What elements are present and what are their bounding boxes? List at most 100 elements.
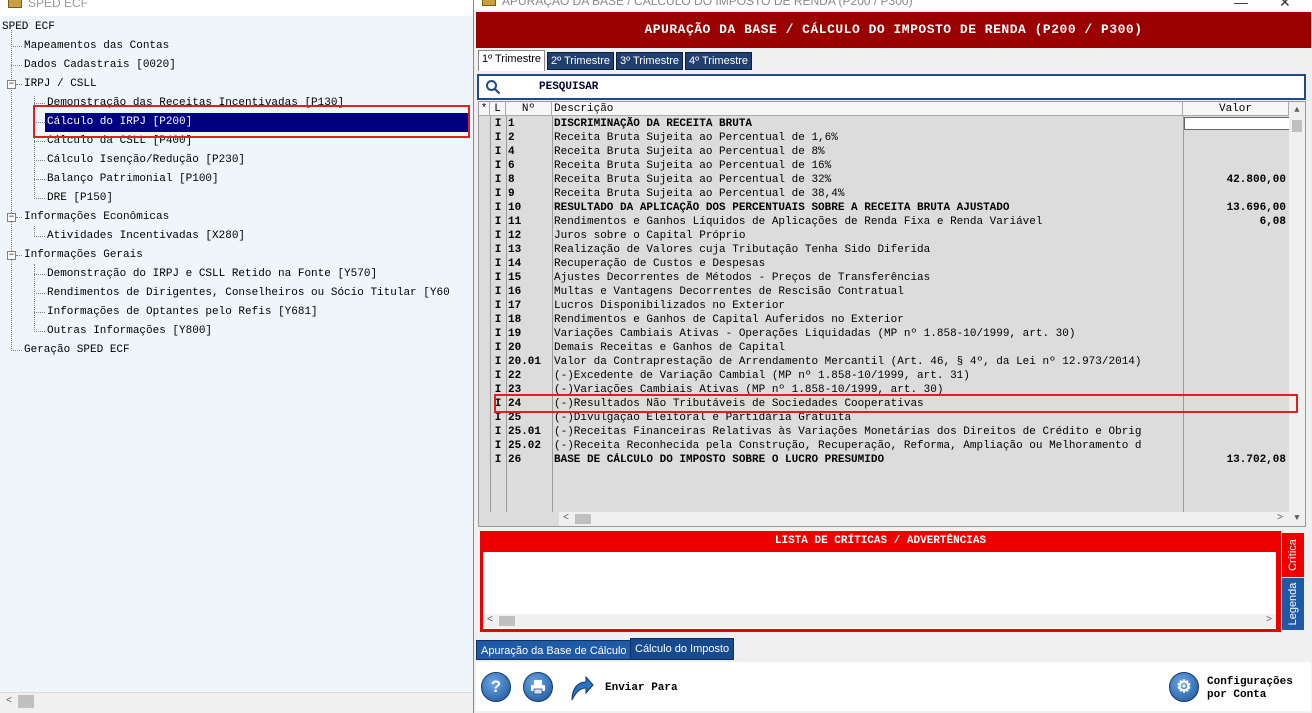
table-row[interactable]: I 1 DISCRIMINAÇÃO DA RECEITA BRUTA [479, 117, 1287, 131]
scroll-up-icon[interactable]: ▲ [1289, 102, 1305, 118]
table-row[interactable]: I 20 Demais Receitas e Ganhos de Capital [479, 341, 1287, 355]
cell-valor[interactable]: 6,08 [1185, 215, 1286, 229]
table-row[interactable]: I 26 BASE DE CÁLCULO DO IMPOSTO SOBRE O LU… [479, 453, 1287, 467]
criticas-horizontal-scrollbar[interactable]: < > [483, 614, 1276, 628]
cell-valor[interactable]: 42.800,00 [1185, 173, 1286, 187]
tree-item-calculo-irpj[interactable]: Cálculo do IRPJ [P200] [45, 113, 468, 132]
config-icon[interactable]: ⚙ [1169, 672, 1199, 702]
cell-valor[interactable] [1185, 397, 1286, 411]
scroll-thumb[interactable] [1292, 120, 1302, 132]
table-row[interactable]: I 13 Realização de Valores cuja Tributação… [479, 243, 1287, 257]
cell-valor[interactable] [1185, 383, 1286, 397]
cell-valor[interactable] [1185, 341, 1286, 355]
tree-item-info-economicas[interactable]: Informações Econômicas [24, 208, 169, 227]
cell-valor[interactable]: 13.702,08 [1185, 453, 1286, 467]
tree-item-irpj-retido[interactable]: Demonstração do IRPJ e CSLL Retido na Fo… [47, 265, 377, 284]
config-label-1[interactable]: Configurações [1207, 676, 1293, 689]
tree-item-irpj-csll[interactable]: IRPJ / CSLL [24, 75, 97, 94]
tab-apuracao-base[interactable]: Apuração da Base de Cálculo [476, 640, 632, 660]
tab-calculo-imposto[interactable]: Cálculo do Imposto [630, 638, 735, 660]
collapse-icon[interactable]: − [7, 80, 16, 89]
tree-item-calculo-csll[interactable]: Cálculo da CSLL [P400] [47, 132, 192, 151]
tree-item-dados-cadastrais[interactable]: Dados Cadastrais [0020] [24, 56, 176, 75]
cell-valor[interactable] [1185, 425, 1286, 439]
send-to-label[interactable]: Enviar Para [605, 682, 678, 695]
scroll-thumb[interactable] [18, 695, 34, 708]
table-row[interactable]: I 16 Multas e Vantagens Decorrentes de Res… [479, 285, 1287, 299]
cell-valor[interactable] [1185, 257, 1286, 271]
cell-valor[interactable] [1185, 187, 1286, 201]
grid-horizontal-scrollbar[interactable]: < > [559, 512, 1289, 526]
scroll-left-icon[interactable]: < [559, 512, 573, 526]
table-row[interactable]: I 25.01 (-)Receitas Financeiras Relativas … [479, 425, 1287, 439]
table-row[interactable]: I 10 RESULTADO DA APLICAÇÃO DOS PERCENTUAI… [479, 201, 1287, 215]
scroll-left-icon[interactable]: < [1, 694, 17, 709]
table-row[interactable]: I 22 (-)Excedente de Variação Cambial (MP … [479, 369, 1287, 383]
tree-item-rendimentos-dirigentes[interactable]: Rendimentos de Dirigentes, Conselheiros … [47, 284, 450, 303]
table-row[interactable]: I 18 Rendimentos e Ganhos de Capital Aufer… [479, 313, 1287, 327]
tree-horizontal-scrollbar[interactable]: < [0, 692, 473, 709]
tree-item-optantes-refis[interactable]: Informações de Optantes pelo Refis [Y681… [47, 303, 318, 322]
table-row[interactable]: I 15 Ajustes Decorrentes de Métodos - Preç… [479, 271, 1287, 285]
cell-valor[interactable] [1185, 131, 1286, 145]
tree-item-balanco[interactable]: Balanço Patrimonial [P100] [47, 170, 219, 189]
minimize-icon[interactable]: — [1234, 0, 1248, 10]
collapse-icon[interactable]: − [7, 251, 16, 260]
cell-valor[interactable] [1185, 271, 1286, 285]
criticas-list[interactable]: < > [483, 552, 1276, 629]
tree-item-receitas-incentivadas[interactable]: Demonstração das Receitas Incentivadas [… [47, 94, 344, 113]
scroll-thumb[interactable] [499, 616, 515, 626]
cell-valor[interactable] [1185, 369, 1286, 383]
tree-item-atividades-incentivadas[interactable]: Atividades Incentivadas [X280] [47, 227, 245, 246]
cell-valor[interactable] [1185, 355, 1286, 369]
tab-critica[interactable]: Crítica [1282, 533, 1304, 577]
tree-item-dre[interactable]: DRE [P150] [47, 189, 113, 208]
table-row[interactable]: I 17 Lucros Disponibilizados no Exterior [479, 299, 1287, 313]
scroll-thumb[interactable] [575, 514, 591, 524]
table-row[interactable]: I 12 Juros sobre o Capital Próprio [479, 229, 1287, 243]
valor-edit-field[interactable] [1184, 117, 1291, 130]
cell-valor[interactable] [1185, 243, 1286, 257]
table-row[interactable]: I 6 Receita Bruta Sujeita ao Percentual de… [479, 159, 1287, 173]
cell-valor[interactable]: 13.696,00 [1185, 201, 1286, 215]
table-row[interactable]: I 4 Receita Bruta Sujeita ao Percentual de… [479, 145, 1287, 159]
tree-root[interactable]: SPED ECF [2, 18, 55, 37]
tab-1-trimestre[interactable]: 1º Trimestre [478, 50, 546, 71]
cell-valor[interactable] [1185, 285, 1286, 299]
cell-valor[interactable] [1185, 313, 1286, 327]
send-arrow-icon[interactable] [568, 674, 594, 702]
table-row[interactable]: I 8 Receita Bruta Sujeita ao Percentual de… [479, 173, 1287, 187]
cell-valor[interactable] [1185, 159, 1286, 173]
table-row[interactable]: I 25 (-)Divulgação Eleitoral e Partidária … [479, 411, 1287, 425]
collapse-icon[interactable]: − [7, 213, 16, 222]
cell-valor[interactable] [1185, 327, 1286, 341]
cell-valor[interactable] [1185, 145, 1286, 159]
tab-2-trimestre[interactable]: 2º Trimestre [547, 52, 615, 70]
search-bar[interactable]: PESQUISAR [477, 74, 1306, 100]
tree-item-info-gerais[interactable]: Informações Gerais [24, 246, 143, 265]
tree-item-mapeamentos[interactable]: Mapeamentos das Contas [24, 37, 169, 56]
scroll-down-icon[interactable]: ▼ [1289, 510, 1305, 526]
cell-valor[interactable] [1185, 411, 1286, 425]
tab-legenda[interactable]: Legenda [1282, 578, 1304, 630]
tree-item-geracao-sped[interactable]: Geração SPED ECF [24, 341, 130, 360]
grid-vertical-scrollbar[interactable]: ▲ ▼ [1289, 102, 1305, 526]
printer-icon[interactable] [523, 672, 553, 702]
table-row[interactable]: I 14 Recuperação de Custos e Despesas [479, 257, 1287, 271]
table-row[interactable]: I 2 Receita Bruta Sujeita ao Percentual de… [479, 131, 1287, 145]
search-icon[interactable] [485, 79, 501, 95]
scroll-left-icon[interactable]: < [483, 614, 497, 628]
close-icon[interactable]: ✕ [1279, 0, 1291, 10]
tab-3-trimestre[interactable]: 3º Trimestre [616, 52, 684, 70]
config-label-2[interactable]: por Conta [1207, 689, 1266, 702]
table-row[interactable]: I 19 Variações Cambiais Ativas - Operações… [479, 327, 1287, 341]
question-icon[interactable]: ? [481, 672, 511, 702]
tree-item-isencao-reducao[interactable]: Cálculo Isenção/Redução [P230] [47, 151, 245, 170]
tree-item-outras-informacoes[interactable]: Outras Informações [Y800] [47, 322, 212, 341]
table-row[interactable]: I 24 (-)Resultados Não Tributáveis de Soci… [479, 397, 1287, 411]
table-row[interactable]: I 25.02 (-)Receita Reconhecida pela Constr… [479, 439, 1287, 453]
tab-4-trimestre[interactable]: 4º Trimestre [685, 52, 753, 70]
table-row[interactable]: I 23 (-)Variações Cambiais Ativas (MP nº 1… [479, 383, 1287, 397]
cell-valor[interactable] [1185, 439, 1286, 453]
table-row[interactable]: I 20.01 Valor da Contraprestação de Arrend… [479, 355, 1287, 369]
